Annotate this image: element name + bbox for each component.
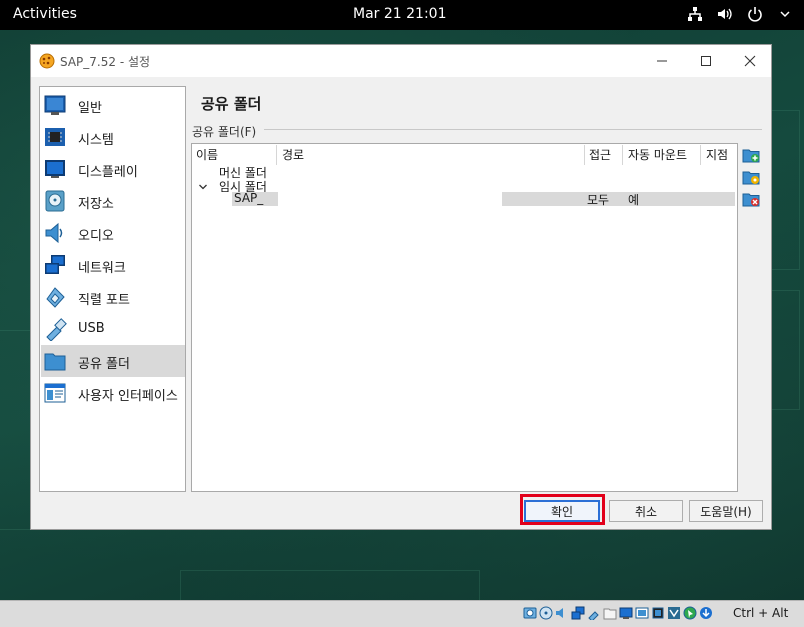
column-header-name[interactable]: 이름 <box>196 146 218 164</box>
audio-icon[interactable] <box>555 604 569 622</box>
storage-icon <box>43 189 67 213</box>
hard-disk-icon[interactable] <box>523 604 537 622</box>
general-icon <box>43 93 67 117</box>
sidebar-item-label: 직렬 포트 <box>78 293 130 308</box>
sidebar-item-label: 오디오 <box>78 229 114 244</box>
table-row[interactable]: SAP_ 모두 예 <box>232 191 735 207</box>
display-icon[interactable] <box>619 604 633 622</box>
sidebar-item-serial-port[interactable]: 직렬 포트 <box>41 281 185 313</box>
column-header-mount-point[interactable]: 지점 <box>706 146 728 164</box>
volume-icon[interactable] <box>716 4 734 24</box>
sidebar-item-network[interactable]: 네트워크 <box>41 249 185 281</box>
cancel-button[interactable]: 취소 <box>609 500 683 522</box>
sidebar-item-system[interactable]: 시스템 <box>41 121 185 153</box>
system-icon <box>43 125 67 149</box>
clock[interactable]: Mar 21 21:01 <box>353 6 446 22</box>
maximize-button[interactable] <box>691 49 721 73</box>
sidebar-item-label: 저장소 <box>78 197 114 212</box>
sidebar-item-label: 공유 폴더 <box>78 357 130 372</box>
row-access: 모두 <box>587 193 610 207</box>
sidebar-item-display[interactable]: 디스플레이 <box>41 153 185 185</box>
shared-folders-tree[interactable]: 이름 경로 접근 자동 마운트 지점 머신 폴더 임시 폴더 SAP_ 모두 예 <box>191 143 738 492</box>
video-capture-icon[interactable] <box>635 604 649 622</box>
top-bar: Activities Mar 21 21:01 <box>0 0 804 30</box>
sidebar-item-label: 일반 <box>78 101 102 116</box>
keyboard-capture-icon[interactable] <box>699 604 713 622</box>
usb-icon <box>43 317 67 342</box>
column-separator[interactable] <box>276 145 277 165</box>
column-header-auto-mount[interactable]: 자동 마운트 <box>628 146 687 164</box>
row-name: SAP_ <box>234 191 264 205</box>
ok-button[interactable]: 확인 <box>524 500 600 522</box>
network-icon[interactable] <box>571 604 585 622</box>
network-icon[interactable] <box>686 4 704 24</box>
row-auto-mount: 예 <box>628 193 640 207</box>
add-shared-folder-icon[interactable] <box>740 144 762 166</box>
system-tray[interactable] <box>686 4 794 24</box>
sidebar-item-label: 네트워크 <box>78 261 126 276</box>
shared-folder-icon <box>43 349 67 373</box>
chevron-down-icon[interactable] <box>198 181 208 195</box>
optical-drive-icon[interactable] <box>539 604 553 622</box>
virtualbox-app-icon <box>39 53 55 69</box>
sidebar-item-usb[interactable]: USB <box>41 313 185 345</box>
activities-button[interactable]: Activities <box>13 6 77 22</box>
mouse-integration-icon[interactable] <box>683 604 697 622</box>
sidebar-item-general[interactable]: 일반 <box>41 89 185 121</box>
sidebar-item-storage[interactable]: 저장소 <box>41 185 185 217</box>
edit-shared-folder-icon[interactable] <box>740 166 762 188</box>
settings-category-list[interactable]: 일반 시스템 디스플레이 저장소 오디오 네트워크 직렬 포트 USB 공유 폴… <box>39 86 186 492</box>
shared-folder-icon[interactable] <box>603 604 617 622</box>
page-title: 공유 폴더 <box>201 95 262 113</box>
sidebar-item-audio[interactable]: 오디오 <box>41 217 185 249</box>
display-icon <box>43 157 67 181</box>
virtualization-icon[interactable] <box>667 604 681 622</box>
close-button[interactable] <box>735 49 765 73</box>
usb-icon[interactable] <box>587 604 601 622</box>
minimize-button[interactable] <box>647 49 677 73</box>
serial-port-icon <box>43 285 67 309</box>
power-icon[interactable] <box>746 4 764 24</box>
sidebar-item-label: 디스플레이 <box>78 165 138 180</box>
user-interface-icon <box>43 381 67 405</box>
host-key-label[interactable]: Ctrl + Alt <box>733 606 788 620</box>
path-cell-gap <box>278 192 502 206</box>
help-button[interactable]: 도움말(H) <box>689 500 763 522</box>
window-title: SAP_7.52 - 설정 <box>60 55 151 69</box>
chevron-down-icon[interactable] <box>776 4 794 24</box>
cpu-icon[interactable] <box>651 604 665 622</box>
column-separator[interactable] <box>622 145 623 165</box>
sidebar-item-label: 사용자 인터페이스 <box>78 389 178 404</box>
group-divider <box>264 129 762 130</box>
sidebar-item-label: USB <box>78 321 105 336</box>
column-separator[interactable] <box>584 145 585 165</box>
column-header-access[interactable]: 접근 <box>589 146 611 164</box>
audio-icon <box>43 221 67 245</box>
column-header-path[interactable]: 경로 <box>282 146 304 164</box>
column-separator[interactable] <box>700 145 701 165</box>
sidebar-item-user-interface[interactable]: 사용자 인터페이스 <box>41 377 185 409</box>
shared-folders-group-label: 공유 폴더(F) <box>192 125 257 139</box>
sidebar-item-label: 시스템 <box>78 133 114 148</box>
network-icon <box>43 253 67 277</box>
vm-status-bar: Ctrl + Alt <box>0 600 804 627</box>
settings-dialog: SAP_7.52 - 설정 일반 시스템 디스플레이 저장소 오디오 네트워크 … <box>30 44 772 530</box>
device-status-icons <box>523 604 713 622</box>
remove-shared-folder-icon[interactable] <box>740 188 762 210</box>
sidebar-item-shared-folders[interactable]: 공유 폴더 <box>41 345 185 377</box>
window-titlebar[interactable]: SAP_7.52 - 설정 <box>31 45 771 77</box>
